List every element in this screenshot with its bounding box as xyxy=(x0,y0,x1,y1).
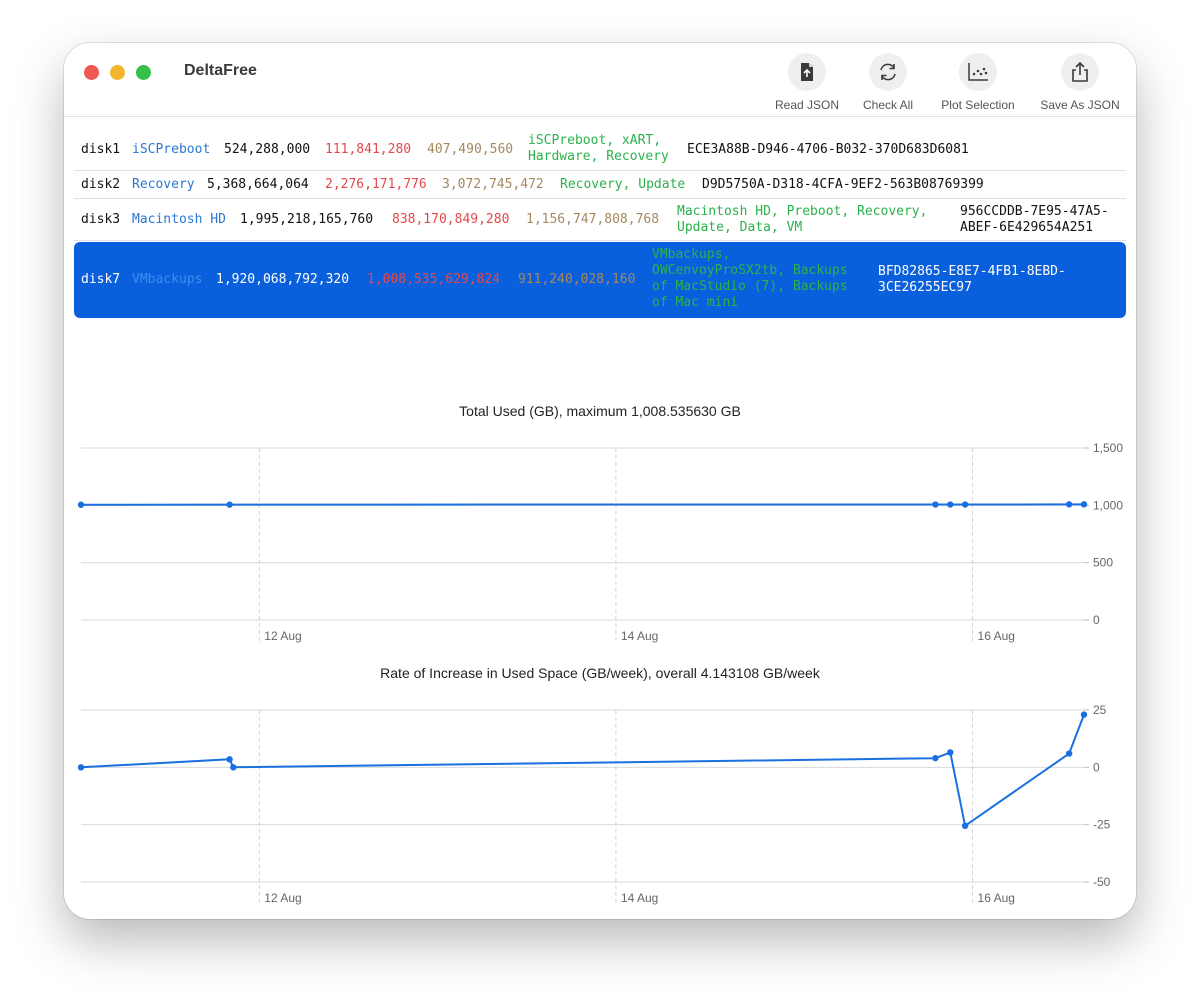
plot-selection-label: Plot Selection xyxy=(941,98,1015,112)
disk-id: disk7 xyxy=(81,272,121,287)
table-row[interactable]: disk1 iSCPreboot 524,288,000 111,841,280… xyxy=(74,127,1126,171)
y-tick-label: 25 xyxy=(1093,703,1107,717)
check-all-button[interactable]: Check All xyxy=(852,53,924,113)
data-point xyxy=(77,501,85,508)
y-tick-label: 0 xyxy=(1093,760,1100,774)
disk-uuid: BFD82865-E8E7-4FB1-8EBD-3CE26255EC97 xyxy=(878,264,1066,295)
title-bar: DeltaFree Read JSON Check All Plot Selec… xyxy=(64,43,1136,117)
disk-name: VMbackups xyxy=(132,272,203,287)
disk-volumes: VMbackups, OWCenvoyProSX2tb, Backups of … xyxy=(652,247,848,310)
data-point xyxy=(932,501,939,508)
app-title: DeltaFree xyxy=(184,62,257,79)
table-row[interactable]: disk2 Recovery 5,368,664,064 2,276,171,7… xyxy=(74,171,1126,199)
app-window: DeltaFree Read JSON Check All Plot Selec… xyxy=(64,43,1136,919)
disk-used: 111,841,280 xyxy=(325,142,412,157)
check-all-label: Check All xyxy=(862,98,914,112)
disk-used: 2,276,171,776 xyxy=(325,177,427,192)
total-used-chart: 1,500 1,000 500 0 12 Aug 14 Aug 16 Aug xyxy=(77,441,1123,643)
read-json-label: Read JSON xyxy=(774,98,840,112)
disk-id: disk3 xyxy=(81,212,121,227)
data-point xyxy=(1080,501,1088,508)
x-tick-label: 14 Aug xyxy=(621,891,658,905)
x-tick-label: 14 Aug xyxy=(621,629,658,643)
y-tick-label: 500 xyxy=(1093,556,1113,570)
disk-used: 838,170,849,280 xyxy=(392,212,510,227)
rate-of-increase-chart: 25 0 -25 -50 12 Aug 14 Aug 16 Aug xyxy=(77,703,1111,905)
x-tick-label: 12 Aug xyxy=(264,629,301,643)
data-point xyxy=(1065,501,1073,508)
disk-uuid: D9D5750A-D318-4CFA-9EF2-563B08769399 xyxy=(702,177,984,192)
y-tick-label: -25 xyxy=(1093,818,1111,832)
disk-name: Macintosh HD xyxy=(132,212,226,227)
refresh-icon xyxy=(869,53,907,91)
data-point xyxy=(947,501,954,508)
disk-free: 407,490,560 xyxy=(427,142,514,157)
data-point xyxy=(1065,750,1073,757)
x-tick-label: 16 Aug xyxy=(978,891,1015,905)
table-row[interactable]: disk3 Macintosh HD 1,995,218,165,760 838… xyxy=(74,199,1126,241)
disk-free: 911,240,028,160 xyxy=(518,272,636,287)
scatter-plot-icon xyxy=(959,53,997,91)
series-line xyxy=(80,714,1085,827)
minimize-window-button[interactable] xyxy=(110,65,125,80)
share-icon xyxy=(1061,53,1099,91)
data-point xyxy=(932,754,939,762)
disk-volumes: Macintosh HD, Preboot, Recovery, Update,… xyxy=(677,204,928,235)
data-point xyxy=(230,764,237,771)
y-tick-label: 0 xyxy=(1093,613,1100,627)
document-upload-icon xyxy=(788,53,826,91)
read-json-button[interactable]: Read JSON xyxy=(768,53,846,113)
disk-name: iSCPreboot xyxy=(132,142,211,157)
y-tick-label: 1,000 xyxy=(1093,498,1123,512)
disk-free: 3,072,745,472 xyxy=(442,177,544,192)
data-point xyxy=(961,501,969,508)
chart-title-total-used: Total Used (GB), maximum 1,008.535630 GB xyxy=(459,403,741,419)
data-point xyxy=(226,756,233,763)
disk-id: disk2 xyxy=(81,177,121,192)
disk-used: 1,008,535,629,824 xyxy=(367,272,501,287)
x-tick-label: 12 Aug xyxy=(264,891,301,905)
plot-selection-button[interactable]: Plot Selection xyxy=(930,53,1026,113)
disk-free: 1,156,747,808,768 xyxy=(526,212,660,227)
disk-uuid: ECE3A88B-D946-4706-B032-370D683D6081 xyxy=(687,142,969,157)
disk-size: 1,920,068,792,320 xyxy=(216,272,350,287)
disk-volumes: Recovery, Update xyxy=(560,177,686,192)
data-point xyxy=(1080,711,1088,718)
y-tick-label: 1,500 xyxy=(1093,441,1123,455)
data-point xyxy=(947,749,954,756)
data-point xyxy=(961,822,969,830)
disk-table: disk1 iSCPreboot 524,288,000 111,841,280… xyxy=(74,127,1126,318)
disk-size: 5,368,664,064 xyxy=(207,177,309,192)
data-point xyxy=(77,764,85,771)
disk-size: 524,288,000 xyxy=(224,142,311,157)
disk-id: disk1 xyxy=(81,142,121,157)
save-as-json-button[interactable]: Save As JSON xyxy=(1034,53,1126,113)
disk-uuid: 956CCDDB-7E95-47A5-ABEF-6E429654A251 xyxy=(960,204,1109,235)
close-window-button[interactable] xyxy=(84,65,99,80)
disk-volumes: iSCPreboot, xART, Hardware, Recovery xyxy=(528,133,669,164)
disk-size: 1,995,218,165,760 xyxy=(240,212,374,227)
x-tick-label: 16 Aug xyxy=(978,629,1015,643)
save-as-json-label: Save As JSON xyxy=(1040,98,1120,112)
table-row-selected[interactable]: disk7 VMbackups 1,920,068,792,320 1,008,… xyxy=(74,242,1126,318)
data-point xyxy=(226,501,233,508)
chart-title-rate-of-increase: Rate of Increase in Used Space (GB/week)… xyxy=(380,665,820,681)
zoom-window-button[interactable] xyxy=(136,65,151,80)
disk-name: Recovery xyxy=(132,177,195,192)
y-tick-label: -50 xyxy=(1093,875,1111,889)
